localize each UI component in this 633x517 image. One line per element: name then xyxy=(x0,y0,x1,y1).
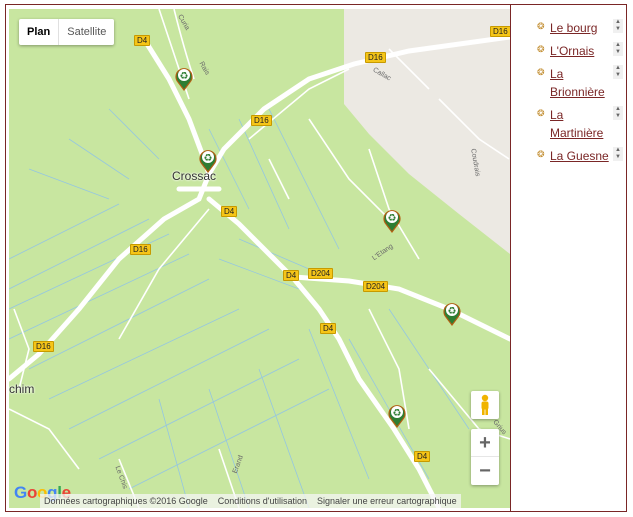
report-error-link[interactable]: Signaler une erreur cartographique xyxy=(317,494,457,508)
panel-divider xyxy=(510,4,511,512)
bullet-icon: ❂ xyxy=(537,149,545,159)
map-base xyxy=(9,9,510,508)
road-shield-d204: D204 xyxy=(363,281,389,292)
recycle-marker[interactable]: ♻ xyxy=(383,207,401,233)
spinner-arrows-icon[interactable]: ▲ ▼ xyxy=(613,19,623,33)
road-shield-d16: D16 xyxy=(130,244,151,255)
google-logo-letter: o xyxy=(26,483,38,502)
map-attribution: Données cartographiques ©2016 Google Con… xyxy=(40,494,461,508)
place-link[interactable]: L'Ornais xyxy=(550,44,594,58)
list-item: ❂ Le bourg ▲ ▼ xyxy=(537,19,625,37)
road-shield-d204: D204 xyxy=(308,268,334,279)
map-type-control: Plan Satellite xyxy=(19,19,115,45)
recycle-marker[interactable]: ♻ xyxy=(443,300,461,326)
google-logo-letter: G xyxy=(14,483,27,502)
recycle-marker[interactable]: ♻ xyxy=(388,402,406,428)
bullet-icon: ❂ xyxy=(537,108,545,118)
recycle-icon: ♻ xyxy=(199,150,217,173)
road-shield-d4: D4 xyxy=(134,35,151,46)
road-shield-d16: D16 xyxy=(490,26,510,37)
zoom-control: + − xyxy=(471,429,499,485)
bullet-icon: ❂ xyxy=(537,67,545,77)
zoom-out-button[interactable]: − xyxy=(471,457,499,485)
terms-link[interactable]: Conditions d'utilisation xyxy=(218,494,307,508)
spinner-arrows-icon[interactable]: ▲ ▼ xyxy=(613,147,623,161)
spinner-arrows-icon[interactable]: ▲ ▼ xyxy=(613,42,623,56)
town-label-chim: chim xyxy=(9,382,35,396)
list-item: ❂ L'Ornais ▲ ▼ xyxy=(537,42,625,60)
recycle-marker[interactable]: ♻ xyxy=(175,65,193,91)
zoom-in-button[interactable]: + xyxy=(471,429,499,457)
place-link[interactable]: Le bourg xyxy=(550,21,597,35)
place-link[interactable]: La Guesne xyxy=(550,149,609,163)
road-shield-d4: D4 xyxy=(221,206,238,217)
svg-text:♻: ♻ xyxy=(204,153,213,164)
road-shield-d4: D4 xyxy=(320,323,337,334)
places-list: ❂ Le bourg ▲ ▼ ❂ L'Ornais ▲ ▼ ❂ La Brionni… xyxy=(537,19,625,170)
svg-text:♻: ♻ xyxy=(393,408,402,419)
recycle-icon: ♻ xyxy=(175,68,193,91)
svg-text:♻: ♻ xyxy=(388,213,397,224)
bullet-icon: ❂ xyxy=(537,21,545,31)
map-canvas[interactable]: D4 D16 D16 D16 D4 D16 D4 D204 D204 D4 D1… xyxy=(9,9,510,508)
place-link[interactable]: La Martinière xyxy=(550,108,603,140)
recycle-icon: ♻ xyxy=(443,303,461,326)
map-data-credit: Données cartographiques ©2016 Google xyxy=(44,496,208,506)
bullet-icon: ❂ xyxy=(537,44,545,54)
place-link[interactable]: La Brionnière xyxy=(550,67,605,99)
map-type-plan-button[interactable]: Plan xyxy=(19,19,60,45)
recycle-icon: ♻ xyxy=(388,405,406,428)
recycle-icon: ♻ xyxy=(383,210,401,233)
list-item: ❂ La Guesne ▲ ▼ xyxy=(537,147,625,165)
street-view-pegman-button[interactable] xyxy=(471,391,499,419)
map-type-satellite-button[interactable]: Satellite xyxy=(59,19,114,45)
road-shield-d16: D16 xyxy=(365,52,386,63)
list-item: ❂ La Brionnière ▲ ▼ xyxy=(537,65,625,101)
recycle-marker[interactable]: ♻ xyxy=(199,147,217,173)
pegman-icon xyxy=(481,394,489,415)
road-shield-d16: D16 xyxy=(33,341,54,352)
spinner-arrows-icon[interactable]: ▲ ▼ xyxy=(613,106,623,120)
list-item: ❂ La Martinière ▲ ▼ xyxy=(537,106,625,142)
svg-text:♻: ♻ xyxy=(448,306,457,317)
road-shield-d4: D4 xyxy=(414,451,431,462)
svg-text:♻: ♻ xyxy=(180,71,189,82)
road-shield-d16: D16 xyxy=(251,115,272,126)
spinner-arrows-icon[interactable]: ▲ ▼ xyxy=(613,65,623,79)
road-shield-d4: D4 xyxy=(283,270,300,281)
